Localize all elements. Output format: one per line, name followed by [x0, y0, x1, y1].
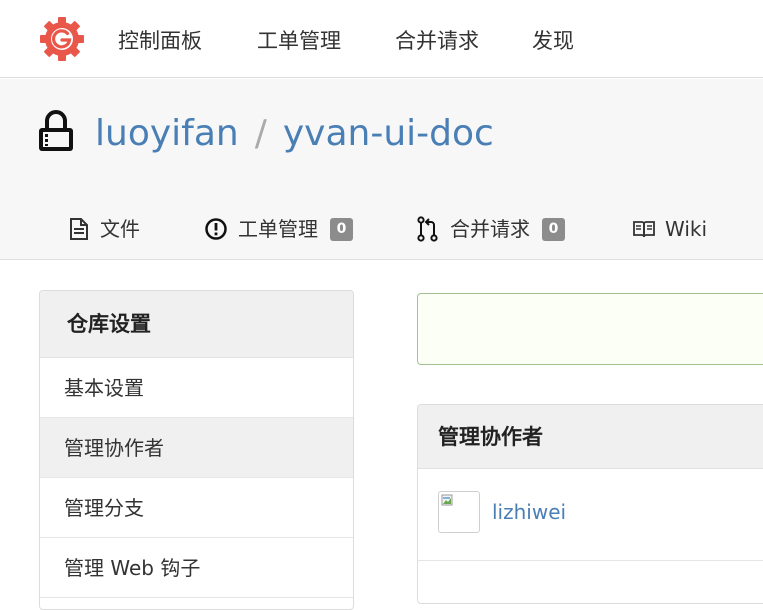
repo-title: luoyifan / yvan-ui-doc	[95, 110, 494, 158]
lock-icon	[39, 110, 73, 151]
tab-issues[interactable]: 工单管理 0	[204, 214, 353, 244]
broken-image-icon	[441, 494, 453, 506]
settings-menu-header: 仓库设置	[40, 291, 353, 358]
alert-message-box	[417, 293, 763, 365]
gogs-logo-icon[interactable]	[40, 17, 84, 61]
menu-item-basic-settings[interactable]: 基本设置	[40, 358, 353, 418]
nav-issues[interactable]: 工单管理	[257, 26, 341, 56]
repo-owner-link[interactable]: luoyifan	[95, 113, 239, 154]
menu-item-webhooks[interactable]: 管理 Web 钩子	[40, 538, 353, 598]
tab-wiki[interactable]: Wiki	[633, 214, 707, 244]
tab-pull-requests[interactable]: 合并请求 0	[416, 214, 565, 244]
path-separator: /	[254, 113, 267, 154]
nav-explore[interactable]: 发现	[532, 26, 574, 56]
tab-files[interactable]: 文件	[68, 214, 140, 244]
avatar[interactable]	[438, 491, 480, 533]
pull-requests-count-badge: 0	[542, 217, 565, 241]
nav-pull-requests[interactable]: 合并请求	[395, 26, 479, 56]
menu-item-collaborators[interactable]: 管理协作者	[40, 418, 353, 478]
tab-files-label: 文件	[100, 217, 140, 241]
issue-icon	[205, 218, 227, 240]
collaborator-row: lizhiwei	[418, 469, 763, 561]
repo-name-link[interactable]: yvan-ui-doc	[283, 113, 494, 154]
issues-count-badge: 0	[330, 217, 353, 241]
settings-menu: 仓库设置 基本设置 管理协作者 管理分支 管理 Web 钩子	[39, 290, 354, 610]
tab-wiki-label: Wiki	[665, 217, 708, 241]
pull-request-icon	[417, 216, 438, 242]
book-icon	[633, 221, 655, 238]
collaborators-header: 管理协作者	[418, 405, 763, 469]
tab-pull-requests-label: 合并请求	[450, 217, 530, 241]
collaborator-name-link[interactable]: lizhiwei	[492, 497, 566, 527]
file-icon	[70, 218, 88, 240]
menu-item-branches[interactable]: 管理分支	[40, 478, 353, 538]
top-navbar: 控制面板 工单管理 合并请求 发现	[0, 0, 763, 78]
collaborators-panel: 管理协作者 lizhiwei	[417, 404, 763, 604]
tab-issues-label: 工单管理	[238, 217, 318, 241]
nav-dashboard[interactable]: 控制面板	[118, 26, 202, 56]
